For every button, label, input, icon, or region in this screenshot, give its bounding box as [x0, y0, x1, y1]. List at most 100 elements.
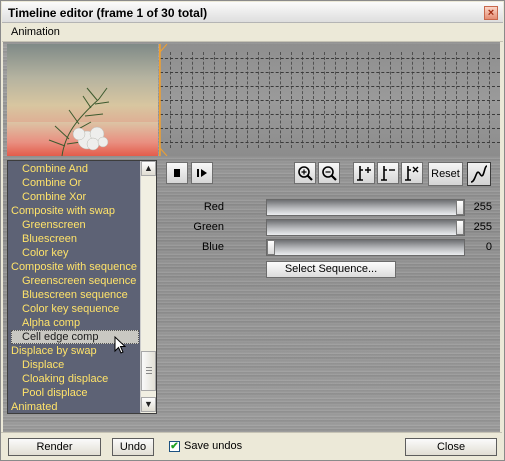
timeline-gridline: [160, 58, 500, 59]
scroll-grip-line: [146, 373, 152, 374]
timeline-frame-line: [192, 52, 193, 148]
close-button[interactable]: Close: [405, 438, 497, 456]
timeline-cursor-marker[interactable]: [159, 44, 173, 156]
timeline-frame-line: [423, 52, 424, 148]
timeline-frame-line: [247, 52, 248, 148]
timeline-frame-line: [335, 52, 336, 148]
add-keyframe-icon: [357, 166, 371, 181]
timeline-frame-line: [346, 52, 347, 148]
undo-button[interactable]: Undo: [112, 438, 154, 456]
delete-keyframe-icon: [405, 166, 419, 181]
timeline-frame-line: [368, 52, 369, 148]
reset-button[interactable]: Reset: [428, 162, 463, 186]
checkmark-icon: ✔: [170, 441, 179, 452]
timeline-frame-line: [236, 52, 237, 148]
render-button[interactable]: Render: [8, 438, 101, 456]
window-title: Timeline editor (frame 1 of 30 total): [8, 6, 208, 20]
list-item[interactable]: Combine And: [8, 162, 141, 176]
timeline-gridline: [160, 142, 500, 143]
menu-animation[interactable]: Animation: [11, 26, 60, 38]
scroll-grip-line: [146, 370, 152, 371]
zoom-in-button[interactable]: [294, 162, 316, 184]
timeline-frame-line: [467, 52, 468, 148]
scroll-thumb[interactable]: [141, 351, 156, 391]
list-item[interactable]: Greenscreen: [8, 218, 141, 232]
list-item[interactable]: Combine Or: [8, 176, 141, 190]
timeline-frame-line: [489, 52, 490, 148]
timeline-gridline: [160, 100, 500, 101]
list-item[interactable]: Color key: [8, 246, 141, 260]
effects-list-scrollbar[interactable]: ▲ ▼: [140, 161, 156, 413]
timeline-frame-line: [225, 52, 226, 148]
list-item[interactable]: Animated: [8, 400, 141, 413]
scroll-down-button[interactable]: ▼: [141, 397, 156, 412]
list-item[interactable]: Alpha comp: [8, 316, 141, 330]
save-undos-checkbox[interactable]: ✔: [169, 441, 180, 452]
slider-red[interactable]: [266, 199, 465, 216]
list-item[interactable]: Displace: [8, 358, 141, 372]
slider-handle[interactable]: [456, 220, 464, 235]
zoom-in-icon: [298, 166, 313, 181]
timeline-frame-line: [401, 52, 402, 148]
timeline-frame-line: [412, 52, 413, 148]
close-window-button[interactable]: ×: [484, 6, 498, 20]
frame-preview-image: [7, 44, 158, 156]
timeline-frame-line: [390, 52, 391, 148]
effects-list[interactable]: Combine And Combine Or Combine Xor Composit…: [7, 160, 157, 414]
timeline-frame-line: [214, 52, 215, 148]
list-item[interactable]: Composite with sequence: [8, 260, 141, 274]
slider-handle[interactable]: [456, 200, 464, 215]
slider-label-green: Green: [193, 221, 224, 233]
timeline-frame-line: [478, 52, 479, 148]
list-item[interactable]: Pool displace: [8, 386, 141, 400]
preview-plant-graphic: [48, 87, 110, 156]
curve-mode-button[interactable]: [467, 162, 491, 186]
zoom-out-icon: [322, 166, 337, 181]
slider-blue[interactable]: [266, 239, 465, 256]
timeline-frame-line: [445, 52, 446, 148]
list-item[interactable]: Greenscreen sequence: [8, 274, 141, 288]
zoom-out-button[interactable]: [318, 162, 340, 184]
scroll-grip-line: [146, 367, 152, 368]
remove-keyframe-icon: [381, 166, 395, 181]
timeline-frame-line: [456, 52, 457, 148]
list-item[interactable]: Color key sequence: [8, 302, 141, 316]
slider-label-blue: Blue: [201, 241, 224, 253]
curve-icon: [470, 165, 488, 183]
timeline-frame-line: [280, 52, 281, 148]
mouse-pointer-icon: [114, 336, 127, 354]
remove-keyframe-button[interactable]: [377, 162, 399, 184]
timeline-frame-line: [379, 52, 380, 148]
timeline-frame-line: [357, 52, 358, 148]
stop-button[interactable]: [166, 162, 188, 184]
list-item[interactable]: Cloaking displace: [8, 372, 141, 386]
timeline-frame-line: [203, 52, 204, 148]
list-item[interactable]: Bluescreen: [8, 232, 141, 246]
add-keyframe-button[interactable]: [353, 162, 375, 184]
delete-keyframe-button[interactable]: [401, 162, 423, 184]
list-item[interactable]: Combine Xor: [8, 190, 141, 204]
timeline-gridline: [160, 128, 500, 129]
timeline-gridline: [160, 86, 500, 87]
scroll-up-button[interactable]: ▲: [141, 161, 156, 176]
slider-label-red: Red: [203, 201, 224, 213]
select-sequence-button[interactable]: Select Sequence...: [266, 261, 396, 278]
title-bar[interactable]: Timeline editor (frame 1 of 30 total) ×: [2, 2, 503, 23]
save-undos-label: Save undos: [184, 440, 243, 452]
step-forward-button[interactable]: [191, 162, 213, 184]
timeline-frame-line: [269, 52, 270, 148]
list-item[interactable]: Composite with swap: [8, 204, 141, 218]
timeline-gridline: [160, 72, 500, 73]
timeline-track-area[interactable]: [159, 44, 500, 156]
timeline-frame-line: [258, 52, 259, 148]
list-item[interactable]: Bluescreen sequence: [8, 288, 141, 302]
slider-green[interactable]: [266, 219, 465, 236]
timeline-frame-line: [434, 52, 435, 148]
timeline-frame-line: [302, 52, 303, 148]
timeline-gridline: [160, 114, 500, 115]
slider-value-red: 255: [473, 201, 492, 213]
step-forward-icon: [197, 169, 207, 177]
slider-handle[interactable]: [267, 240, 275, 255]
slider-value-green: 255: [473, 221, 492, 233]
menu-bar: Animation: [2, 23, 503, 42]
